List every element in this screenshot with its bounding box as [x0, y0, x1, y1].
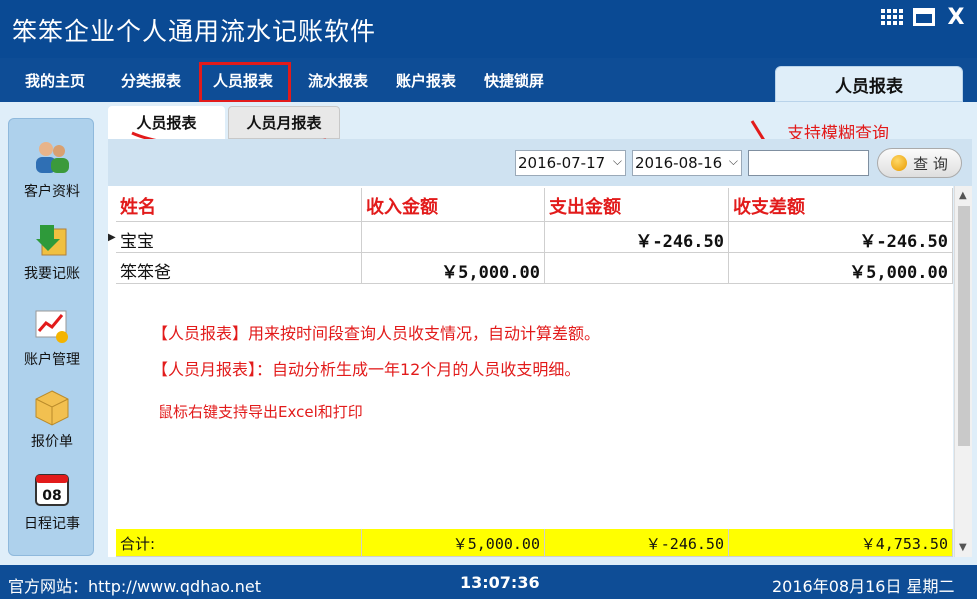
search-input[interactable]: [748, 150, 869, 176]
date-from-select[interactable]: 2016-07-17 ⌵: [515, 150, 626, 176]
total-row: 合计: ￥5,000.00 ￥-246.50 ￥4,753.50: [116, 529, 953, 557]
website-link[interactable]: 官方网站：http://www.qdhao.net: [8, 573, 261, 597]
status-time: 13:07:36: [460, 573, 540, 592]
col-income[interactable]: 收入金额: [362, 188, 545, 222]
vertical-scrollbar[interactable]: ▲ ▼: [954, 186, 972, 557]
cell-balance: ￥5,000.00: [729, 253, 953, 284]
table-header: 姓名 收入金额 支出金额 收支差额: [116, 188, 953, 222]
note-monthly-report: 【人员月报表】：自动分析生成一年12个月的人员收支明细。: [152, 360, 581, 379]
note-person-report: 【人员报表】用来按时间段查询人员收支情况，自动计算差额。: [152, 324, 601, 343]
cell-expense: ￥-246.50: [545, 222, 729, 253]
scroll-up-icon[interactable]: ▲: [959, 190, 967, 201]
cell-name: 宝宝: [116, 222, 362, 253]
total-label: 合计:: [116, 529, 362, 557]
col-expense[interactable]: 支出金额: [545, 188, 729, 222]
query-label: 查 询: [913, 154, 948, 173]
query-icon: [891, 155, 908, 171]
date-to-select[interactable]: 2016-08-16 ⌵: [632, 150, 742, 176]
scroll-down-icon[interactable]: ▼: [959, 542, 967, 553]
date-to-value: 2016-08-16: [635, 154, 723, 172]
total-balance: ￥4,753.50: [729, 529, 953, 557]
row-pointer-icon: ▶: [108, 232, 116, 243]
cell-balance: ￥-246.50: [729, 222, 953, 253]
status-date: 2016年08月16日 星期二: [772, 577, 955, 596]
total-expense: ￥-246.50: [545, 529, 729, 557]
col-balance[interactable]: 收支差额: [729, 188, 953, 222]
note-export: 鼠标右键支持导出Excel和打印: [158, 403, 363, 421]
chevron-down-icon: ⌵: [612, 154, 622, 168]
table-row[interactable]: 宝宝 ￥-246.50 ￥-246.50: [116, 222, 953, 253]
table-row[interactable]: 笨笨爸 ￥5,000.00 ￥5,000.00: [116, 253, 953, 284]
cell-name: 笨笨爸: [116, 253, 362, 284]
cell-income: ￥5,000.00: [362, 253, 545, 284]
total-income: ￥5,000.00: [362, 529, 545, 557]
cell-income: [362, 222, 545, 253]
chevron-down-icon: ⌵: [728, 154, 738, 168]
col-name[interactable]: 姓名: [116, 188, 362, 222]
date-from-value: 2016-07-17: [518, 154, 606, 172]
query-button[interactable]: 查 询: [877, 148, 962, 178]
cell-expense: [545, 253, 729, 284]
status-bar: 官方网站：http://www.qdhao.net 13:07:36 2016年…: [0, 565, 977, 599]
scroll-thumb[interactable]: [958, 206, 970, 446]
